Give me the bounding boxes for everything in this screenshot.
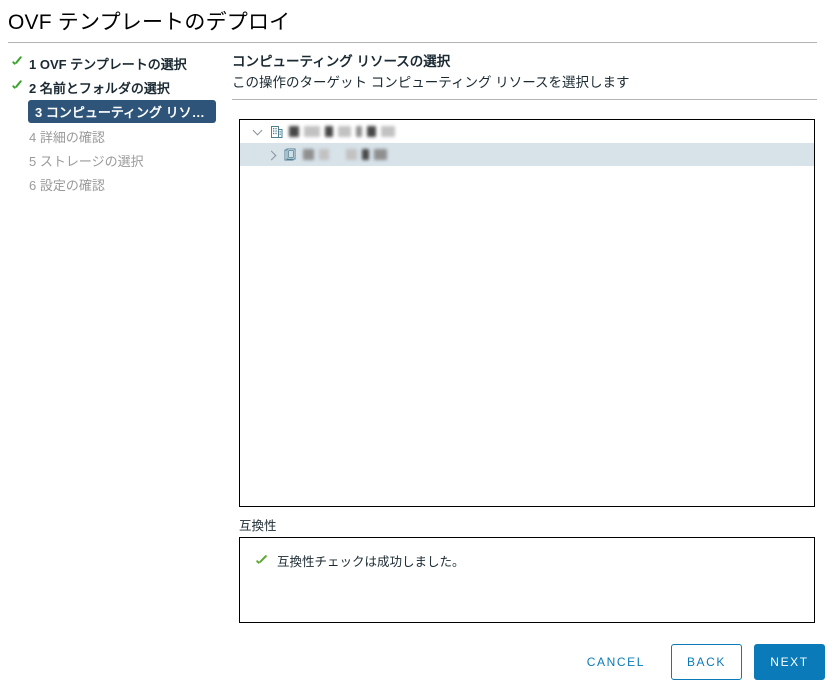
- compatibility-label: 互換性: [239, 519, 277, 533]
- tree-node-label-redacted: [289, 126, 400, 137]
- page-title: OVF テンプレートのデプロイ: [8, 11, 291, 34]
- pane-heading: コンピューティング リソースの選択: [232, 54, 451, 69]
- sidebar-item-step-4[interactable]: 4 詳細の確認: [0, 125, 222, 147]
- cancel-button[interactable]: CANCEL: [573, 644, 659, 680]
- compatibility-box: 互換性チェックは成功しました。: [239, 537, 815, 623]
- footer-button-bar: CANCEL BACK NEXT: [0, 644, 839, 689]
- next-button[interactable]: NEXT: [754, 644, 825, 680]
- compute-resource-tree[interactable]: [239, 119, 815, 507]
- step-label: 2 名前とフォルダの選択: [29, 80, 170, 96]
- step-label: 1 OVF テンプレートの選択: [29, 56, 187, 72]
- step-label: 5 ストレージの選択: [29, 153, 144, 169]
- title-divider: [8, 42, 817, 43]
- compatibility-message: 互換性チェックは成功しました。: [277, 555, 465, 569]
- chevron-right-icon[interactable]: [264, 147, 280, 163]
- content-header: コンピューティング リソースの選択 この操作のターゲット コンピューティング リ…: [232, 52, 817, 100]
- compatibility-status-row: 互換性チェックは成功しました。: [240, 538, 814, 570]
- step-label: 6 設定の確認: [29, 177, 105, 193]
- step-label: 3 コンピューティング リソー...: [35, 105, 213, 120]
- check-icon: [254, 553, 270, 569]
- sidebar-item-step-6[interactable]: 6 設定の確認: [0, 173, 222, 195]
- sidebar-item-step-1[interactable]: 1 OVF テンプレートの選択: [0, 52, 222, 74]
- tree-row[interactable]: [240, 143, 814, 166]
- wizard-step-list: 1 OVF テンプレートの選択 2 名前とフォルダの選択 3 コンピューティング…: [0, 52, 222, 197]
- pane-subheading: この操作のターゲット コンピューティング リソースを選択します: [232, 75, 630, 90]
- back-button[interactable]: BACK: [671, 644, 742, 680]
- sidebar-item-step-3[interactable]: 3 コンピューティング リソー...: [28, 100, 216, 123]
- chevron-down-icon[interactable]: [250, 124, 266, 140]
- check-icon: [10, 55, 26, 71]
- step-label: 4 詳細の確認: [29, 129, 105, 145]
- sidebar-item-step-2[interactable]: 2 名前とフォルダの選択: [0, 76, 222, 98]
- pane-divider: [232, 99, 817, 100]
- tree-row[interactable]: [240, 120, 814, 143]
- cluster-icon: [282, 146, 300, 164]
- sidebar-item-step-5[interactable]: 5 ストレージの選択: [0, 149, 222, 171]
- check-icon: [10, 79, 26, 95]
- datacenter-icon: [268, 123, 286, 141]
- tree-node-label-redacted: [303, 149, 392, 160]
